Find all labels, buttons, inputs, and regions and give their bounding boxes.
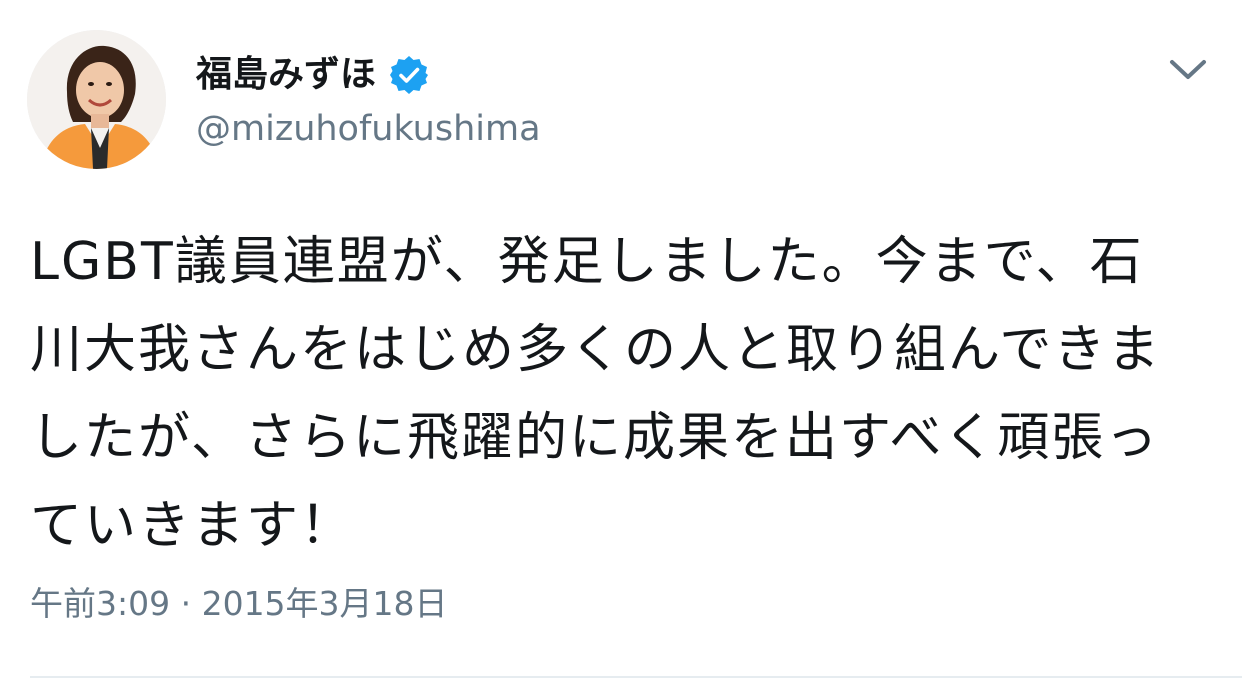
author-name-row[interactable]: 福島みずほ	[196, 50, 430, 100]
avatar-image	[27, 30, 166, 169]
display-name[interactable]: 福島みずほ	[196, 50, 376, 100]
tweet-card: 福島みずほ @mizuhofukushima LGBT議員連盟が、発足しました。…	[0, 0, 1242, 680]
chevron-down-icon[interactable]	[1166, 52, 1210, 88]
tweet-text: LGBT議員連盟が、発足しました。今まで、石川大我さんをはじめ多くの人と取り組ん…	[30, 232, 1162, 556]
divider	[30, 676, 1242, 678]
author-handle[interactable]: @mizuhofukushima	[196, 105, 541, 153]
tweet-timestamp[interactable]: 午前3:09 · 2015年3月18日	[30, 580, 448, 628]
verified-badge-icon	[388, 54, 430, 96]
avatar[interactable]	[27, 30, 166, 169]
